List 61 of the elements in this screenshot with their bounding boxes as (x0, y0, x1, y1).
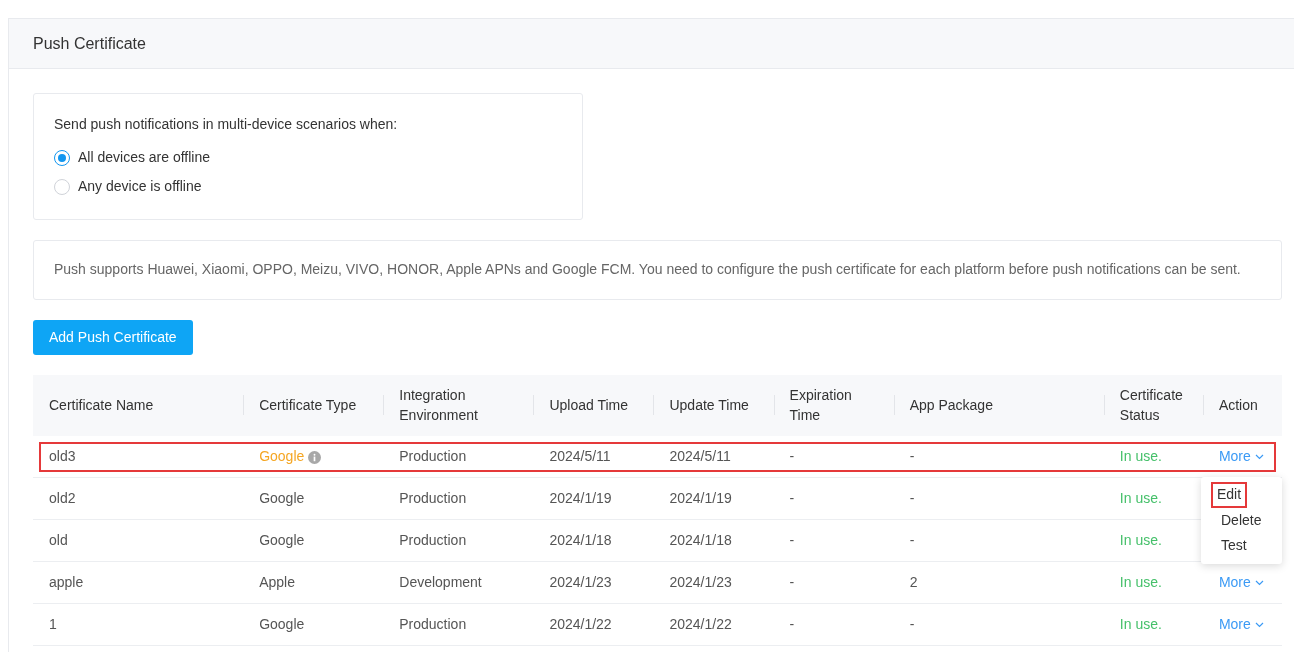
column-header: App Package (909, 396, 993, 413)
column-header: Expiration Time (789, 386, 852, 423)
info-icon[interactable] (308, 450, 322, 464)
table-cell: - (789, 490, 795, 506)
menu-item[interactable]: Delete (1209, 508, 1274, 533)
table-cell: old (49, 532, 68, 548)
table-cell: - (789, 532, 795, 548)
table-cell: In use. (1119, 574, 1162, 590)
column-header: Action (1218, 396, 1258, 413)
table-cell: Development (399, 574, 482, 590)
table-cell: 2024/1/18 (549, 532, 612, 548)
table-cell: In use. (1119, 532, 1162, 548)
table-cell: 1 (49, 616, 57, 632)
table-cell: Production (399, 532, 467, 548)
menu-item[interactable]: Edit (1213, 484, 1246, 506)
chevron-down-icon (1254, 580, 1264, 587)
table-cell: - (789, 447, 795, 464)
table-cell: Google (259, 490, 305, 506)
table-cell: - (789, 574, 795, 590)
table-cell: In use. (1119, 447, 1162, 464)
table-cell: In use. (1119, 616, 1162, 632)
table-cell: 2024/1/23 (669, 574, 732, 590)
table-cell: - (909, 490, 915, 506)
notice-text: Push supports Huawei, Xiaomi, OPPO, Meizu, VIVO, HONOR, Apple APNs and Google FCM. You need to configure the push certificate for each platform before push notifications can be sent. (33, 240, 1282, 300)
column-header: Upload Time (549, 396, 628, 413)
policy-prompt: Send push notifications in multi-device scenarios when: (54, 115, 399, 134)
column-header: Integration Environment (399, 386, 478, 423)
table-cell: old2 (49, 490, 76, 506)
chevron-down-icon (1254, 622, 1264, 629)
table-cell: Google (259, 616, 305, 632)
table-cell: 2024/1/22 (549, 616, 612, 632)
table-cell: 2024/1/19 (549, 490, 612, 506)
table-cell: 2 (909, 574, 918, 590)
column-header: Certificate Name (49, 396, 154, 413)
table-cell: 2024/5/11 (549, 447, 611, 464)
chevron-down-icon (1254, 454, 1264, 461)
table-cell: 2024/1/18 (669, 532, 732, 548)
table-cell: 2024/1/23 (549, 574, 612, 590)
radio-label[interactable]: Any device is offline (78, 176, 202, 197)
table-cell: apple (49, 574, 84, 590)
page-title: Push Certificate (33, 33, 146, 54)
table-cell: old3 (49, 447, 76, 464)
table-cell: 2024/1/22 (669, 616, 732, 632)
menu-item[interactable]: Test (1209, 534, 1259, 558)
table-cell: In use. (1119, 490, 1162, 506)
radio-label[interactable]: All devices are offline (78, 147, 211, 168)
column-header: Update Time (669, 396, 749, 413)
table-cell: Production (399, 490, 467, 506)
table-cell: - (789, 616, 795, 632)
table-cell: Google (259, 447, 305, 464)
column-header: Certificate Status (1119, 386, 1183, 423)
table-cell: - (909, 532, 915, 548)
table-cell: - (909, 447, 915, 464)
table-cell: Google (259, 532, 305, 548)
table-cell: Production (399, 616, 467, 632)
column-header: Certificate Type (259, 396, 357, 413)
table-cell: 2024/1/19 (669, 490, 732, 506)
table-cell: Apple (259, 574, 295, 590)
table-cell: - (909, 616, 915, 632)
table-cell: Production (399, 447, 467, 464)
table-cell: 2024/5/11 (669, 447, 731, 464)
